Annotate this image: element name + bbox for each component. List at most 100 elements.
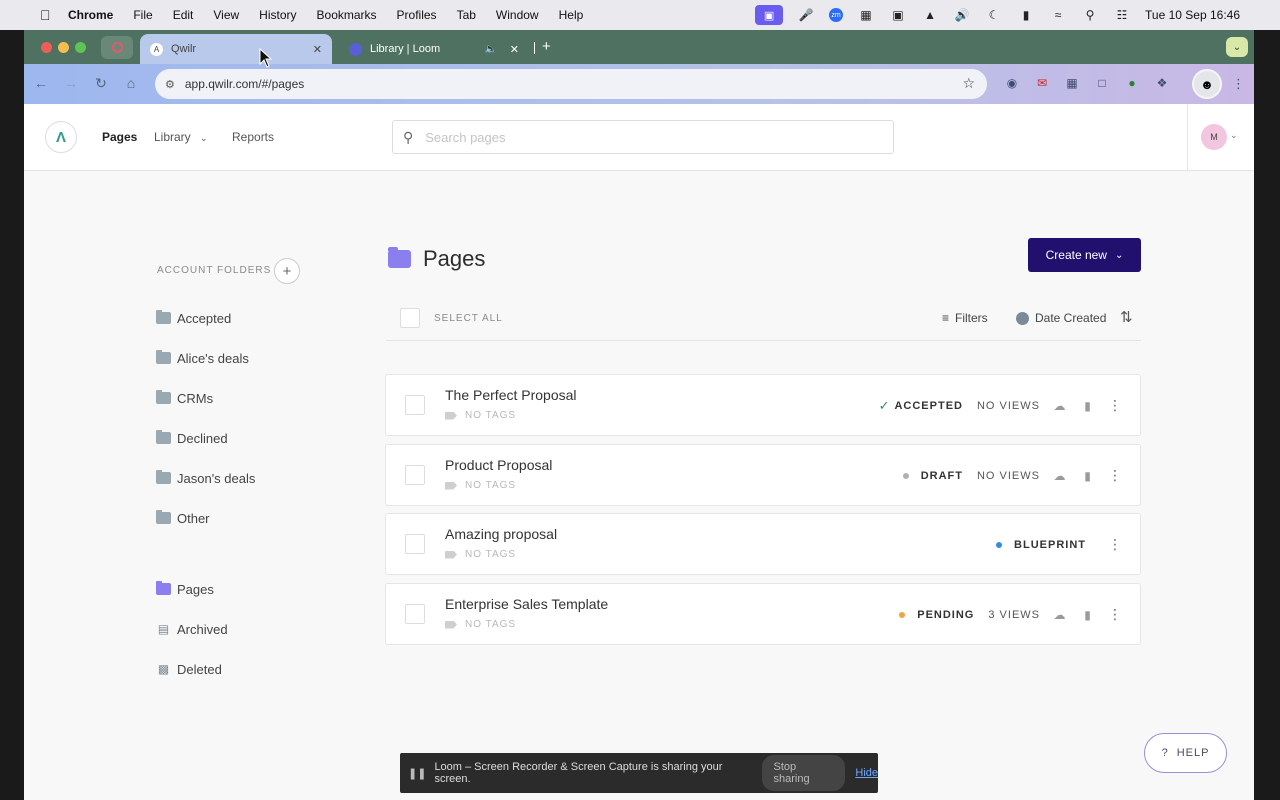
battery-icon[interactable]: ▮ — [1017, 8, 1035, 22]
new-tab-icon[interactable]: + — [542, 38, 551, 55]
analytics-icon[interactable]: ▮ — [1080, 399, 1096, 413]
sort-direction-icon[interactable]: ⇅ — [1120, 308, 1133, 326]
url-text[interactable]: app.qwilr.com/#/pages — [185, 77, 304, 91]
page-card-title[interactable]: The Perfect Proposal — [445, 387, 577, 403]
page-card-tags[interactable]: NO TAGS — [445, 619, 516, 630]
cloud-upload-icon[interactable]: ☁ — [1052, 608, 1068, 622]
search-icon[interactable]: ⚲ — [1081, 8, 1099, 22]
row-checkbox[interactable] — [405, 604, 425, 624]
pause-icon[interactable]: ❚❚ — [408, 767, 426, 780]
page-card[interactable]: Product Proposal NO TAGS DRAFT NO VIEWS … — [385, 444, 1141, 506]
menu-app-name[interactable]: Chrome — [68, 8, 113, 22]
widget-icon[interactable]: ▦ — [857, 8, 875, 22]
back-icon[interactable]: ← — [32, 75, 50, 91]
sidebar-item-archived[interactable]: ▤ Archived — [156, 620, 228, 638]
folder-jasons-deals[interactable]: Jason's deals — [156, 469, 255, 487]
analytics-icon[interactable]: ▮ — [1080, 469, 1096, 483]
page-card-tags[interactable]: NO TAGS — [445, 410, 516, 421]
crop-extension-icon[interactable]: □ — [1092, 73, 1112, 93]
row-checkbox[interactable] — [405, 395, 425, 415]
mail-extension-icon[interactable]: ✉ — [1032, 73, 1052, 93]
nav-library[interactable]: Library ⌄ — [154, 130, 208, 144]
search-input[interactable] — [425, 129, 856, 145]
bookmark-star-icon[interactable]: ☆ — [962, 75, 975, 92]
menu-tab[interactable]: Tab — [457, 8, 476, 22]
filters-button[interactable]: ≡ Filters — [942, 311, 988, 325]
reload-icon[interactable]: ↻ — [92, 75, 110, 92]
puzzle-extensions-icon[interactable]: ❖ — [1152, 73, 1172, 93]
maximize-window-button[interactable] — [75, 42, 86, 53]
hide-link[interactable]: Hide — [855, 767, 878, 779]
page-card-title[interactable]: Product Proposal — [445, 457, 552, 473]
menu-bookmarks[interactable]: Bookmarks — [317, 8, 377, 22]
tool-icon[interactable]: ▲ — [921, 8, 939, 22]
select-all-label[interactable]: SELECT ALL — [434, 313, 503, 324]
menu-help[interactable]: Help — [559, 8, 584, 22]
microphone-icon[interactable]: 🎤 — [797, 8, 815, 22]
analytics-icon[interactable]: ▮ — [1080, 608, 1096, 622]
add-folder-button[interactable]: + — [274, 258, 300, 284]
menu-view[interactable]: View — [213, 8, 239, 22]
folder-other[interactable]: Other — [156, 509, 210, 527]
cloud-upload-icon[interactable]: ☁ — [1052, 469, 1068, 483]
page-card-title[interactable]: Amazing proposal — [445, 526, 557, 542]
more-options-icon[interactable]: ⋮ — [1108, 397, 1122, 414]
tab-qwilr[interactable]: A Qwilr ✕ — [140, 34, 332, 64]
site-info-icon[interactable]: ⚙ — [165, 78, 175, 91]
folder-alices-deals[interactable]: Alice's deals — [156, 349, 249, 367]
chevron-down-icon[interactable]: ⌄ — [1230, 130, 1238, 141]
display-icon[interactable]: ▣ — [889, 8, 907, 22]
screen-record-icon[interactable]: ▣ — [755, 5, 784, 25]
sidebar-item-pages[interactable]: Pages — [156, 580, 214, 598]
create-new-button[interactable]: Create new ⌄ — [1028, 238, 1141, 272]
page-card[interactable]: Enterprise Sales Template NO TAGS PENDIN… — [385, 583, 1141, 645]
volume-icon[interactable]: 🔊 — [953, 8, 971, 22]
close-tab-icon[interactable]: ✕ — [313, 43, 322, 56]
wifi-icon[interactable]: ≈ — [1049, 8, 1067, 22]
more-options-icon[interactable]: ⋮ — [1108, 467, 1122, 484]
tab-loom[interactable]: Library | Loom 🔈 ✕ — [339, 34, 529, 64]
close-window-button[interactable] — [41, 42, 52, 53]
sidebar-item-deleted[interactable]: ▩ Deleted — [156, 660, 222, 678]
zoom-icon[interactable]: zm — [829, 8, 844, 22]
tab-search-icon[interactable]: ⌄ — [1226, 37, 1248, 57]
menubar-clock[interactable]: Tue 10 Sep 16:46 — [1145, 8, 1240, 22]
menu-window[interactable]: Window — [496, 8, 539, 22]
extension-icon[interactable]: ▦ — [1062, 73, 1082, 93]
home-icon[interactable]: ⌂ — [122, 75, 140, 91]
folder-declined[interactable]: Declined — [156, 429, 228, 447]
more-options-icon[interactable]: ⋮ — [1108, 606, 1122, 623]
page-card[interactable]: Amazing proposal NO TAGS BLUEPRINT ⋮ — [385, 513, 1141, 575]
menu-profiles[interactable]: Profiles — [397, 8, 437, 22]
moon-icon[interactable]: ☾ — [985, 8, 1003, 22]
search-box[interactable]: ⚲ — [392, 120, 894, 154]
help-button[interactable]: ? HELP — [1144, 733, 1227, 773]
close-tab-icon[interactable]: ✕ — [510, 43, 519, 56]
menu-history[interactable]: History — [259, 8, 296, 22]
speaker-icon[interactable]: 🔈 — [485, 44, 497, 55]
minimize-window-button[interactable] — [58, 42, 69, 53]
more-options-icon[interactable]: ⋮ — [1108, 536, 1122, 553]
page-card-title[interactable]: Enterprise Sales Template — [445, 596, 608, 612]
select-all-checkbox[interactable] — [400, 308, 420, 328]
menu-edit[interactable]: Edit — [173, 8, 194, 22]
browser-menu-icon[interactable]: ⋮ — [1232, 76, 1245, 92]
apple-icon[interactable]:  — [40, 7, 54, 23]
user-avatar[interactable]: M — [1201, 124, 1227, 150]
cloud-upload-icon[interactable]: ☁ — [1052, 399, 1068, 413]
control-center-icon[interactable]: ☷ — [1113, 8, 1131, 22]
row-checkbox[interactable] — [405, 465, 425, 485]
page-card[interactable]: The Perfect Proposal NO TAGS ✓ ACCEPTED N… — [385, 374, 1141, 436]
qwilr-logo[interactable]: Λ — [45, 121, 77, 153]
address-bar[interactable]: ⚙ app.qwilr.com/#/pages ☆ — [155, 69, 987, 99]
folder-crms[interactable]: CRMs — [156, 389, 213, 407]
page-card-tags[interactable]: NO TAGS — [445, 480, 516, 491]
extension-icon[interactable]: ● — [1122, 73, 1142, 93]
row-checkbox[interactable] — [405, 534, 425, 554]
sort-field-button[interactable]: Date Created — [1016, 311, 1106, 325]
nav-reports[interactable]: Reports — [232, 130, 274, 144]
nav-pages[interactable]: Pages — [102, 130, 137, 144]
profile-avatar[interactable]: ☻ — [1192, 69, 1222, 99]
forward-icon[interactable]: → — [62, 75, 80, 91]
stop-sharing-button[interactable]: Stop sharing — [761, 755, 846, 791]
